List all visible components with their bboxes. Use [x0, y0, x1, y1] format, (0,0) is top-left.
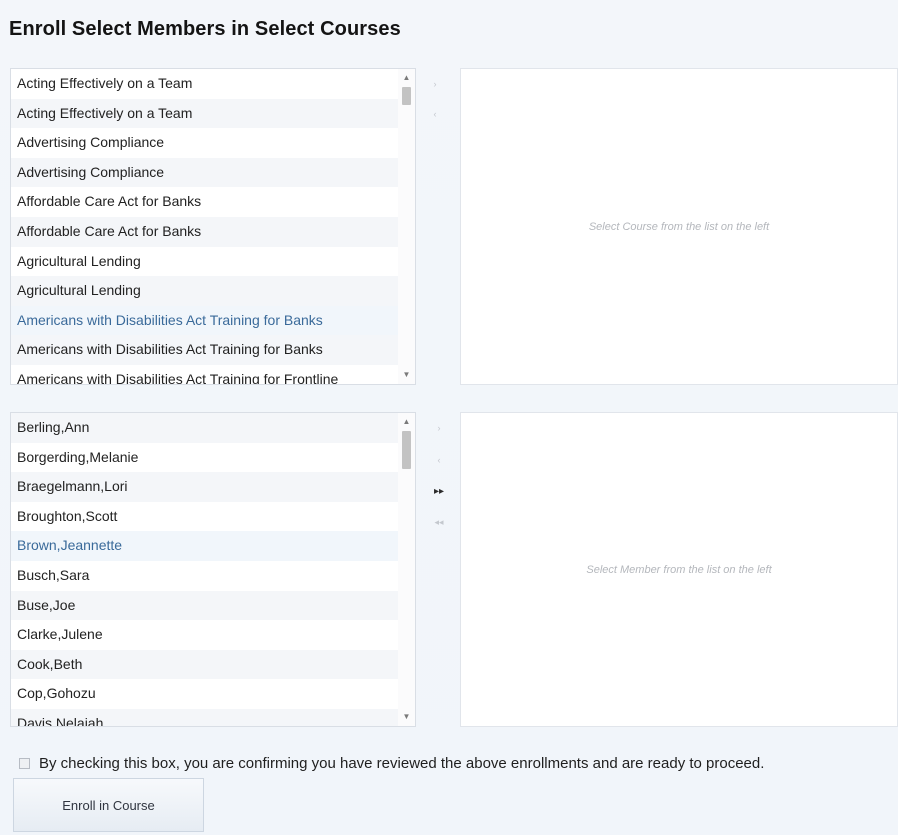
scroll-up-icon[interactable]: ▲	[398, 415, 415, 429]
confirm-checkbox[interactable]	[19, 758, 30, 769]
move-member-left-button[interactable]: ‹	[430, 452, 448, 468]
confirm-row: By checking this box, you are confirming…	[19, 755, 764, 772]
course-list[interactable]: Acting Effectively on a Team Acting Effe…	[10, 68, 416, 385]
list-item[interactable]: Agricultural Lending	[11, 247, 415, 277]
course-panel-hint: Select Course from the list on the left	[588, 221, 770, 233]
scroll-down-icon[interactable]: ▼	[398, 368, 415, 382]
list-item[interactable]: Americans with Disabilities Act Training…	[11, 335, 415, 365]
list-item[interactable]: Affordable Care Act for Banks	[11, 216, 415, 247]
list-item[interactable]: Broughton,Scott	[11, 502, 415, 532]
course-list-scrollbar[interactable]: ▲ ▼	[398, 69, 415, 384]
move-course-right-button[interactable]: ›	[426, 76, 444, 92]
move-all-members-right-button[interactable]: ▸▸	[430, 484, 448, 500]
list-item[interactable]: Acting Effectively on a Team	[11, 69, 415, 99]
member-list-scrollbar[interactable]: ▲ ▼	[398, 413, 415, 726]
list-item[interactable]: Acting Effectively on a Team	[11, 98, 415, 129]
list-item[interactable]: Advertising Compliance	[11, 128, 415, 158]
page-title: Enroll Select Members in Select Courses	[9, 18, 401, 40]
scroll-thumb[interactable]	[402, 431, 411, 469]
list-item[interactable]: Americans with Disabilities Act Training…	[11, 305, 415, 336]
list-item[interactable]: Davis,Nelaiah	[11, 708, 415, 726]
enroll-in-course-button[interactable]: Enroll in Course	[13, 778, 204, 832]
scroll-thumb[interactable]	[402, 87, 411, 105]
enroll-page: Enroll Select Members in Select Courses …	[0, 0, 898, 835]
list-item[interactable]: Brown,Jeannette	[11, 531, 415, 561]
list-item[interactable]: Affordable Care Act for Banks	[11, 187, 415, 217]
confirm-label: By checking this box, you are confirming…	[39, 755, 765, 772]
list-item[interactable]: Agricultural Lending	[11, 276, 415, 306]
scroll-down-icon[interactable]: ▼	[398, 710, 415, 724]
move-member-right-button[interactable]: ›	[430, 420, 448, 436]
scroll-up-icon[interactable]: ▲	[398, 71, 415, 85]
list-item[interactable]: Clarke,Julene	[11, 620, 415, 650]
list-item[interactable]: Berling,Ann	[11, 413, 415, 443]
list-item[interactable]: Cop,Gohozu	[11, 679, 415, 709]
list-item[interactable]: Cook,Beth	[11, 649, 415, 680]
list-item[interactable]: Buse,Joe	[11, 590, 415, 621]
list-item[interactable]: Busch,Sara	[11, 561, 415, 591]
move-all-members-left-button[interactable]: ◂◂	[430, 514, 448, 530]
list-item[interactable]: Advertising Compliance	[11, 157, 415, 188]
list-item[interactable]: Americans with Disabilities Act Training…	[11, 365, 415, 384]
selected-members-panel: Select Member from the list on the left	[460, 412, 898, 727]
selected-courses-panel: Select Course from the list on the left	[460, 68, 898, 385]
member-list[interactable]: Berling,Ann Borgerding,Melanie Braegelma…	[10, 412, 416, 727]
member-panel-hint: Select Member from the list on the left	[586, 564, 772, 576]
move-course-left-button[interactable]: ‹	[426, 106, 444, 122]
list-item[interactable]: Borgerding,Melanie	[11, 443, 415, 473]
list-item[interactable]: Braegelmann,Lori	[11, 472, 415, 502]
